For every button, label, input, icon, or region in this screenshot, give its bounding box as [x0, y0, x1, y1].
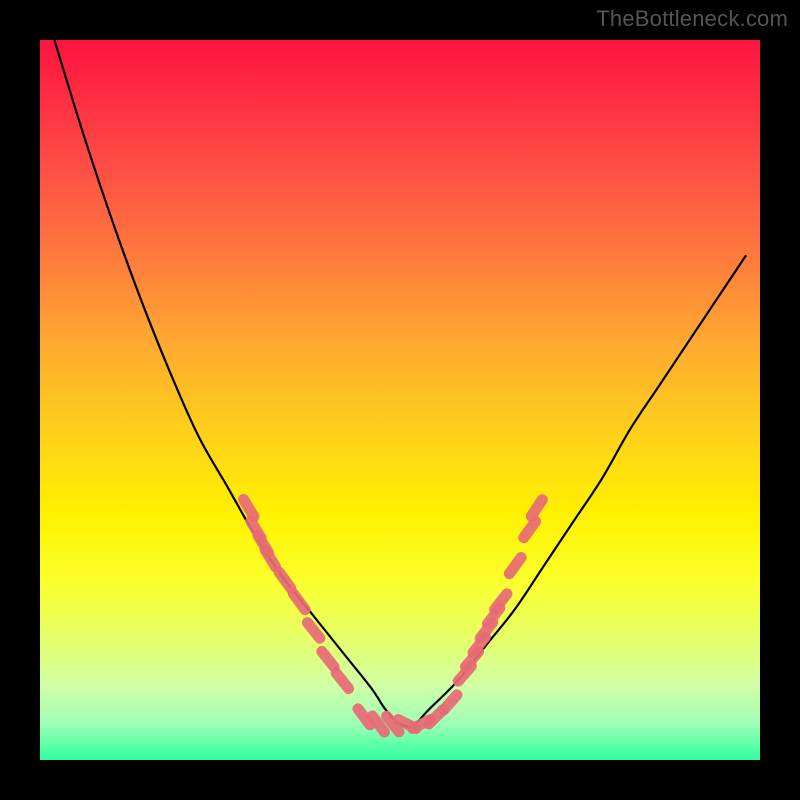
data-marker — [265, 550, 275, 567]
data-marker — [524, 522, 536, 538]
data-marker — [322, 651, 334, 667]
data-marker — [244, 500, 254, 517]
data-marker — [531, 500, 542, 517]
data-marker — [444, 695, 457, 710]
watermark-text: TheBottleneck.com — [596, 6, 788, 32]
marker-layer — [244, 500, 543, 733]
data-marker — [336, 673, 348, 689]
data-marker — [509, 558, 521, 574]
bottleneck-curve — [54, 40, 745, 726]
plot-area — [40, 40, 760, 760]
chart-frame: TheBottleneck.com — [0, 0, 800, 800]
curve-layer — [40, 40, 760, 760]
data-marker — [307, 623, 319, 639]
data-marker — [293, 594, 305, 610]
data-marker — [279, 572, 291, 588]
